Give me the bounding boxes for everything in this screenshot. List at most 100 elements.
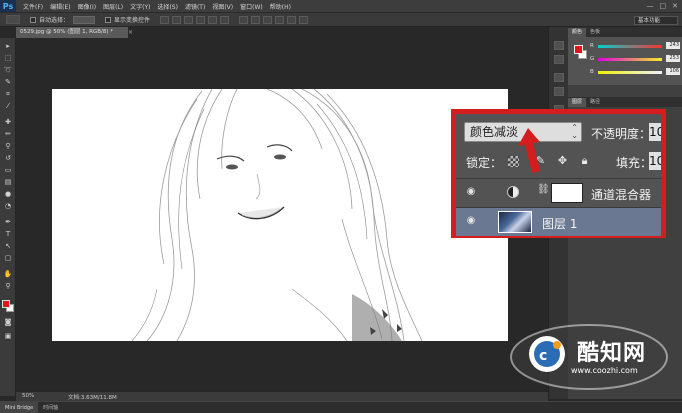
history-panel-icon[interactable] <box>554 41 564 50</box>
layer-mask-thumbnail[interactable] <box>551 183 583 203</box>
green-track[interactable] <box>598 58 662 61</box>
menu-help[interactable]: 帮助(H) <box>270 2 291 11</box>
red-pointer-arrow <box>518 128 540 173</box>
layer-row-channel-mixer[interactable]: ◉ ⛓ 通道混合器 <box>456 178 661 207</box>
align-bottom-icon[interactable] <box>184 15 194 24</box>
document-canvas[interactable] <box>52 89 508 341</box>
maximize-icon[interactable]: □ <box>660 2 667 10</box>
auto-select-checkbox[interactable] <box>30 16 36 23</box>
minimize-icon[interactable]: — <box>647 2 654 10</box>
tab-color[interactable]: 颜色 <box>568 28 587 37</box>
link-chain-icon[interactable]: ⛓ <box>537 184 550 195</box>
move-tool-icon[interactable]: ▸ <box>3 42 13 51</box>
red-slider[interactable]: R 243 <box>590 42 680 51</box>
brush-tool-icon[interactable]: ✏ <box>3 130 13 139</box>
align-right-icon[interactable] <box>220 15 230 24</box>
history-brush-tool-icon[interactable]: ↺ <box>3 154 13 163</box>
tab-layers[interactable]: 图层 <box>568 98 587 107</box>
dodge-tool-icon[interactable]: ◔ <box>3 202 13 211</box>
opacity-input[interactable]: 10 <box>649 123 661 141</box>
tab-timeline[interactable]: 时间轴 <box>38 404 63 411</box>
red-value[interactable]: 243 <box>666 42 680 49</box>
clone-stamp-tool-icon[interactable]: ⚲ <box>3 142 13 151</box>
pen-tool-icon[interactable]: ✒ <box>3 218 13 227</box>
panel-foreground-swatch[interactable] <box>574 45 583 54</box>
transform-controls-checkbox[interactable] <box>105 16 112 23</box>
menu-select[interactable]: 选择(S) <box>157 2 178 11</box>
blue-slider[interactable]: B 106 <box>590 68 680 77</box>
distribute-top-icon[interactable] <box>239 15 249 24</box>
layer-name[interactable]: 通道混合器 <box>591 186 651 203</box>
red-track[interactable] <box>598 45 662 48</box>
menu-layer[interactable]: 图层(L) <box>103 2 123 11</box>
tool-preset-picker[interactable] <box>6 15 20 24</box>
close-icon[interactable]: ✕ <box>672 2 678 10</box>
tab-swatches[interactable]: 色板 <box>586 28 604 37</box>
blue-value[interactable]: 106 <box>666 68 680 75</box>
green-value[interactable]: 253 <box>666 55 680 62</box>
auto-select-dropdown[interactable] <box>73 15 96 24</box>
hand-tool-icon[interactable]: ✋ <box>3 270 13 279</box>
distribute-bottom-icon[interactable] <box>263 15 273 24</box>
eraser-tool-icon[interactable]: ▭ <box>3 166 13 175</box>
menu-view[interactable]: 视图(V) <box>212 2 233 11</box>
screen-mode-icon[interactable]: ▣ <box>3 332 13 341</box>
tools-panel: ▸ ⬚ ➰ ✎ ⌗ ⁄ ✚ ✏ ⚲ ↺ ▭ ▤ ● ◔ ✒ T ↖ ▢ ✋ ⚲ … <box>0 38 16 396</box>
quick-select-tool-icon[interactable]: ✎ <box>3 78 13 87</box>
dropdown-arrows-icon: ⌃ ⌄ <box>571 123 578 140</box>
layer-name[interactable]: 图层 1 <box>542 215 577 232</box>
opacity-label: 不透明度： <box>591 127 652 141</box>
blur-tool-icon[interactable]: ● <box>3 190 13 199</box>
menu-edit[interactable]: 编辑(E) <box>50 2 70 11</box>
color-panel: R 243 G 253 B 106 <box>568 37 682 85</box>
fill-label: 填充： <box>616 156 653 170</box>
green-slider[interactable]: G 253 <box>590 55 680 64</box>
menu-window[interactable]: 窗口(W) <box>240 2 263 11</box>
distribute-middle-icon[interactable] <box>251 15 261 24</box>
zoom-level[interactable]: 50% <box>22 393 34 399</box>
menu-image[interactable]: 图像(I) <box>78 2 96 11</box>
fill-input[interactable]: 10 <box>649 152 661 170</box>
document-info[interactable]: 文档:3.63M/11.8M <box>68 393 117 401</box>
watermark-url: www.coozhi.com <box>571 366 638 375</box>
crop-tool-icon[interactable]: ⌗ <box>3 90 13 99</box>
healing-brush-tool-icon[interactable]: ✚ <box>3 118 13 127</box>
distribute-center-icon[interactable] <box>287 15 297 24</box>
path-select-tool-icon[interactable]: ↖ <box>3 242 13 251</box>
distribute-right-icon[interactable] <box>299 15 309 24</box>
marquee-tool-icon[interactable]: ⬚ <box>3 54 13 63</box>
zoom-tool-icon[interactable]: ⚲ <box>3 282 13 291</box>
tab-mini-bridge[interactable]: Mini Bridge <box>0 401 39 413</box>
document-close-icon[interactable]: × <box>128 29 133 36</box>
distribute-left-icon[interactable] <box>275 15 285 24</box>
lasso-tool-icon[interactable]: ➰ <box>3 66 13 75</box>
document-tab[interactable]: 0529.jpg @ 50% (图层 1, RGB/8) * <box>16 27 128 38</box>
shape-tool-icon[interactable]: ▢ <box>3 254 13 263</box>
blue-track[interactable] <box>598 71 662 74</box>
visibility-eye-icon[interactable]: ◉ <box>464 214 478 228</box>
workspace-switcher[interactable]: 基本功能 <box>634 16 678 25</box>
character-panel-icon[interactable] <box>554 73 564 82</box>
layer-row-layer-1[interactable]: ◉ 图层 1 <box>456 207 661 236</box>
tab-paths[interactable]: 路径 <box>586 98 604 107</box>
layer-thumbnail <box>498 211 532 233</box>
align-center-icon[interactable] <box>208 15 218 24</box>
portrait-image <box>52 89 508 341</box>
align-middle-icon[interactable] <box>172 15 182 24</box>
eyedropper-tool-icon[interactable]: ⁄ <box>3 102 13 111</box>
align-left-icon[interactable] <box>196 15 206 24</box>
foreground-color-swatch[interactable] <box>2 300 10 308</box>
menu-filter[interactable]: 滤镜(T) <box>185 2 205 11</box>
lock-label: 锁定： <box>466 156 503 170</box>
gradient-tool-icon[interactable]: ▤ <box>3 178 13 187</box>
green-label: G <box>590 56 595 62</box>
paragraph-panel-icon[interactable] <box>554 87 564 96</box>
menu-file[interactable]: 文件(F) <box>23 2 43 11</box>
properties-panel-icon[interactable] <box>554 55 564 64</box>
quick-mask-icon[interactable]: ◙ <box>3 318 13 327</box>
lock-all-icon[interactable]: 🔒︎ <box>578 154 591 167</box>
visibility-eye-icon[interactable]: ◉ <box>464 185 478 199</box>
menu-type[interactable]: 文字(Y) <box>130 2 150 11</box>
type-tool-icon[interactable]: T <box>3 230 13 239</box>
align-top-icon[interactable] <box>160 15 170 24</box>
